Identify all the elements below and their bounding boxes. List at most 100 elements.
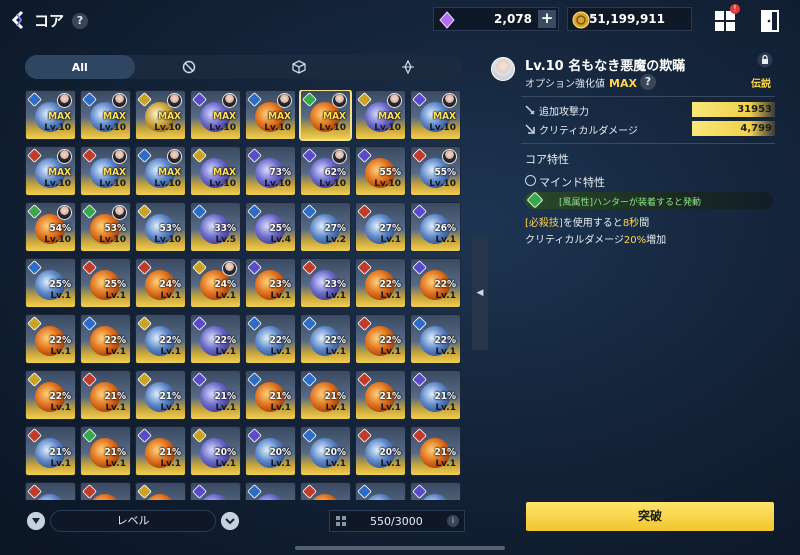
tab-mind[interactable] [135, 55, 245, 79]
divider [521, 96, 775, 97]
core-item[interactable]: 55% Lv.10 [410, 146, 461, 196]
core-enhance-value: 22% [49, 391, 71, 402]
sort-order-icon[interactable] [221, 512, 239, 530]
core-item[interactable]: 53% Lv.10 [80, 202, 131, 252]
core-item[interactable] [245, 482, 296, 500]
core-item[interactable]: 21% Lv.1 [355, 370, 406, 420]
water-core-icon [35, 494, 65, 500]
core-item[interactable]: MAX Lv.10 [190, 146, 241, 196]
core-item[interactable]: MAX Lv.10 [25, 146, 76, 196]
core-item[interactable]: 21% Lv.1 [300, 370, 351, 420]
core-item[interactable]: 23% Lv.1 [300, 258, 351, 308]
core-item[interactable]: 22% Lv.1 [355, 258, 406, 308]
core-item[interactable]: 25% Lv.1 [25, 258, 76, 308]
core-item[interactable]: MAX Lv.10 [135, 146, 186, 196]
core-item[interactable]: 20% Lv.1 [300, 426, 351, 476]
core-item[interactable]: 25% Lv.4 [245, 202, 296, 252]
core-level: Lv.1 [160, 347, 181, 357]
core-item[interactable] [190, 482, 241, 500]
core-grid-container[interactable]: MAX Lv.10 MAX Lv.10 MAX Lv.10 MAX Lv.10 MAX Lv.10… [25, 90, 465, 500]
core-item[interactable]: 22% Lv.1 [190, 314, 241, 364]
core-item[interactable]: 24% Lv.1 [135, 258, 186, 308]
core-item[interactable]: 20% Lv.1 [355, 426, 406, 476]
core-item[interactable]: 21% Lv.1 [135, 426, 186, 476]
core-item[interactable]: 25% Lv.1 [80, 258, 131, 308]
option-label: オプション強化値 [525, 79, 605, 90]
core-item[interactable]: 21% Lv.1 [245, 370, 296, 420]
core-item[interactable]: 22% Lv.1 [80, 314, 131, 364]
core-item[interactable]: MAX Lv.10 [355, 90, 406, 140]
core-level: Lv.1 [105, 403, 126, 413]
sort-select[interactable]: レベル [50, 510, 216, 532]
core-item[interactable]: 22% Lv.1 [245, 314, 296, 364]
trait-description-line1: [必殺技]を使用すると8秒間 [525, 214, 649, 229]
core-item[interactable]: 62% Lv.10 [300, 146, 351, 196]
core-item[interactable]: 21% Lv.1 [80, 370, 131, 420]
core-item[interactable] [300, 482, 351, 500]
core-item[interactable]: 21% Lv.1 [135, 370, 186, 420]
core-level: Lv.10 [44, 123, 71, 133]
rarity-label: 伝説 [751, 79, 771, 90]
filter-dropdown-icon[interactable] [27, 512, 45, 530]
core-item[interactable]: 22% Lv.1 [300, 314, 351, 364]
mind-trait-title: マインド特性 [539, 176, 605, 189]
core-item[interactable]: 21% Lv.1 [410, 426, 461, 476]
core-item[interactable]: 22% Lv.1 [410, 314, 461, 364]
core-item[interactable]: 27% Lv.2 [300, 202, 351, 252]
gold-coin-icon [572, 11, 590, 29]
core-item[interactable]: 33% Lv.5 [190, 202, 241, 252]
core-item[interactable]: 26% Lv.1 [410, 202, 461, 252]
breakthrough-button[interactable]: 突破 [526, 502, 774, 531]
core-item[interactable]: 20% Lv.1 [190, 426, 241, 476]
core-item[interactable]: 21% Lv.1 [80, 426, 131, 476]
help-button[interactable]: ? [72, 13, 88, 29]
core-level: Lv.10 [154, 123, 181, 133]
core-item[interactable] [25, 482, 76, 500]
core-item[interactable]: 23% Lv.1 [245, 258, 296, 308]
core-level: Lv.1 [270, 347, 291, 357]
notification-badge: ! [730, 4, 740, 14]
core-item[interactable]: MAX Lv.10 [245, 90, 296, 140]
tab-body[interactable] [244, 55, 354, 79]
core-item[interactable]: 21% Lv.1 [190, 370, 241, 420]
collapse-panel-button[interactable]: ◀ [472, 236, 488, 350]
core-item[interactable]: 20% Lv.1 [245, 426, 296, 476]
core-item[interactable]: 53% Lv.10 [135, 202, 186, 252]
skill-highlight: [必殺技] [525, 218, 563, 229]
core-item[interactable]: 22% Lv.1 [135, 314, 186, 364]
core-item[interactable]: 22% Lv.1 [410, 258, 461, 308]
core-item[interactable]: MAX Lv.10 [299, 90, 352, 141]
core-item[interactable]: 22% Lv.1 [25, 314, 76, 364]
core-item[interactable]: MAX Lv.10 [190, 90, 241, 140]
core-enhance-value: 26% [434, 223, 456, 234]
core-item[interactable]: 21% Lv.1 [410, 370, 461, 420]
add-gems-button[interactable]: + [538, 10, 556, 28]
core-enhance-value: MAX [48, 111, 71, 122]
back-arrow-icon[interactable] [8, 9, 30, 31]
core-item[interactable]: 21% Lv.1 [25, 426, 76, 476]
exit-door-icon[interactable] [759, 9, 781, 33]
core-item[interactable] [80, 482, 131, 500]
core-item[interactable]: 24% Lv.1 [190, 258, 241, 308]
tab-all[interactable]: All [25, 55, 135, 79]
core-item[interactable]: MAX Lv.10 [25, 90, 76, 140]
lock-icon[interactable] [757, 52, 773, 68]
option-help-button[interactable]: ? [640, 74, 656, 90]
core-item[interactable]: 55% Lv.10 [355, 146, 406, 196]
tab-spirit[interactable] [354, 55, 464, 79]
core-item[interactable]: 27% Lv.1 [355, 202, 406, 252]
core-level: Lv.1 [215, 291, 236, 301]
core-item[interactable] [135, 482, 186, 500]
core-item[interactable] [410, 482, 461, 500]
core-item[interactable]: MAX Lv.10 [80, 146, 131, 196]
chevron-left-icon: ◀ [476, 288, 484, 298]
core-item[interactable]: 22% Lv.1 [355, 314, 406, 364]
core-item[interactable]: MAX Lv.10 [410, 90, 461, 140]
core-item[interactable]: MAX Lv.10 [80, 90, 131, 140]
core-item[interactable]: 54% Lv.10 [25, 202, 76, 252]
core-item[interactable]: 22% Lv.1 [25, 370, 76, 420]
core-item[interactable]: MAX Lv.10 [135, 90, 186, 140]
info-icon[interactable]: i [447, 515, 459, 527]
core-item[interactable] [355, 482, 406, 500]
core-item[interactable]: 73% Lv.10 [245, 146, 296, 196]
